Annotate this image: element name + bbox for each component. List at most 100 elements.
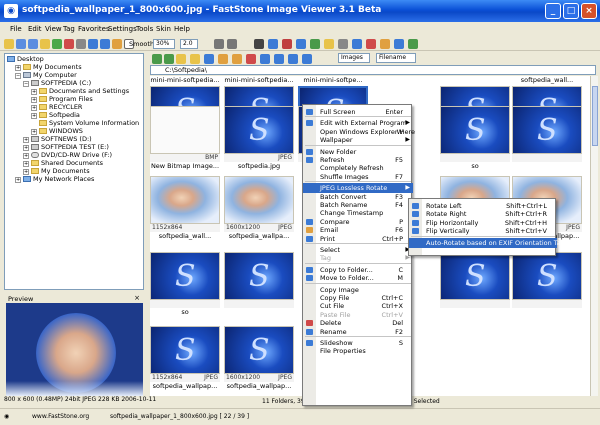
- menu-item-auto-rotate-based-on-exif-orientation-tag[interactable]: Auto-Rotate based on EXIF Orientation Ta…: [409, 237, 565, 248]
- tree-item[interactable]: + Softpedia: [31, 111, 80, 119]
- forward-icon[interactable]: [164, 54, 174, 64]
- minimize-button[interactable]: _: [545, 3, 561, 19]
- collapse-icon[interactable]: −: [15, 73, 21, 79]
- thumbnail-image[interactable]: [150, 106, 220, 154]
- resize-icon[interactable]: [268, 39, 278, 49]
- vertical-scrollbar[interactable]: [590, 76, 598, 396]
- wallpaper-icon[interactable]: [380, 39, 390, 49]
- thumb-size-icon[interactable]: [260, 54, 270, 64]
- sort-select[interactable]: Filename: [376, 53, 416, 63]
- tree-item[interactable]: + Shared Documents: [23, 159, 103, 167]
- thumbnail-image[interactable]: [150, 176, 220, 224]
- open-folder-icon[interactable]: [4, 39, 14, 49]
- thumbnail-image[interactable]: S: [440, 252, 510, 300]
- hand-tool-icon[interactable]: [214, 39, 224, 49]
- menu-file[interactable]: File: [10, 25, 22, 33]
- list-view-icon[interactable]: [288, 54, 298, 64]
- website-link[interactable]: www.FastStone.org: [32, 413, 89, 420]
- thumbnail-image[interactable]: S: [512, 252, 582, 300]
- thumbnail-image[interactable]: S: [224, 326, 294, 374]
- zoom-ratio-select[interactable]: 2.0: [180, 39, 198, 49]
- copy-icon[interactable]: [218, 54, 228, 64]
- tree-item[interactable]: − My Computer: [15, 71, 77, 79]
- tree-item[interactable]: + DVD/CD-RW Drive (F:): [23, 151, 112, 159]
- thumbnail-image[interactable]: S: [440, 106, 510, 154]
- menu-edit[interactable]: Edit: [28, 25, 42, 33]
- new-folder-icon[interactable]: [204, 54, 214, 64]
- delete-icon[interactable]: [246, 54, 256, 64]
- thumbnail-item[interactable]: Sso: [440, 106, 510, 172]
- view-filter-select[interactable]: Images: [338, 53, 370, 63]
- thumbnail-item[interactable]: S: [224, 252, 294, 318]
- menu-tools[interactable]: Tools: [136, 25, 153, 33]
- close-icon[interactable]: ×: [134, 294, 140, 302]
- thumbnail-item[interactable]: S JPEG softpedia.jpg: [224, 106, 294, 172]
- thumbnail-item[interactable]: S 1152x864 JPEG softpedia_wallpap...: [150, 326, 220, 392]
- thumbnail-image[interactable]: S: [224, 252, 294, 300]
- rotate-icon[interactable]: [112, 39, 122, 49]
- help-icon[interactable]: [408, 39, 418, 49]
- draw-icon[interactable]: [324, 39, 334, 49]
- redeye-icon[interactable]: [282, 39, 292, 49]
- expand-icon[interactable]: +: [15, 177, 21, 183]
- up-folder-icon[interactable]: [176, 54, 186, 64]
- print-icon[interactable]: [76, 39, 86, 49]
- forward-icon[interactable]: [28, 39, 38, 49]
- thumbnail-item[interactable]: 1600x1200 JPEG softpedia_wallpa...: [224, 176, 294, 242]
- menu-settings[interactable]: Settings: [108, 25, 137, 33]
- menu-item-file-properties[interactable]: File Properties: [303, 346, 413, 356]
- collapse-icon[interactable]: −: [23, 81, 29, 87]
- menu-help[interactable]: Help: [174, 25, 190, 33]
- crop-icon[interactable]: [254, 39, 264, 49]
- fullscreen-icon[interactable]: [88, 39, 98, 49]
- thumbnail-image[interactable]: S: [512, 106, 582, 154]
- thumbnail-item[interactable]: S 1600x1200 JPEG softpedia_wallpap...: [224, 326, 294, 392]
- move-icon[interactable]: [232, 54, 242, 64]
- tree-item[interactable]: + RECYCLER: [31, 103, 82, 111]
- thumbnail-image[interactable]: S: [150, 326, 220, 374]
- tree-item[interactable]: System Volume Information: [39, 119, 139, 127]
- details-view-icon[interactable]: [274, 54, 284, 64]
- maximize-button[interactable]: □: [563, 3, 579, 19]
- address-bar[interactable]: C:\Softpedia\: [150, 65, 596, 75]
- scroll-thumb[interactable]: [592, 86, 598, 146]
- effects-icon[interactable]: [310, 39, 320, 49]
- thumbnail-item[interactable]: 1152x864 softpedia_wall...: [150, 176, 220, 242]
- thumbnail-item[interactable]: S: [440, 252, 510, 318]
- thumbnail-image[interactable]: S: [224, 106, 294, 154]
- tree-item[interactable]: Desktop: [7, 55, 44, 63]
- thumbnail-item[interactable]: Sso: [150, 252, 220, 318]
- select-tool-icon[interactable]: [227, 39, 237, 49]
- expand-icon[interactable]: +: [31, 113, 37, 119]
- tree-item[interactable]: + WINDOWS: [31, 127, 83, 135]
- delete-icon[interactable]: [64, 39, 74, 49]
- up-folder-icon[interactable]: [40, 39, 50, 49]
- menu-favorites[interactable]: Favorites: [78, 25, 110, 33]
- thumbnail-item[interactable]: S: [512, 252, 582, 318]
- thumbnail-image[interactable]: S: [150, 252, 220, 300]
- menu-view[interactable]: View: [45, 25, 62, 33]
- tree-item[interactable]: − SOFTPEDIA (C:): [23, 79, 91, 87]
- back-icon[interactable]: [16, 39, 26, 49]
- tree-item[interactable]: + SOFTNEWS (D:): [23, 135, 92, 143]
- grid-view-icon[interactable]: [302, 54, 312, 64]
- batch-icon[interactable]: [352, 39, 362, 49]
- tree-item[interactable]: + My Network Places: [15, 175, 94, 183]
- menu-skin[interactable]: Skin: [156, 25, 171, 33]
- refresh-icon[interactable]: [52, 39, 62, 49]
- thumbnail-item[interactable]: S: [512, 106, 582, 172]
- compare-icon[interactable]: [338, 39, 348, 49]
- tree-item[interactable]: + SOFTPEDIA TEST (E:): [23, 143, 109, 151]
- back-icon[interactable]: [152, 54, 162, 64]
- tree-item[interactable]: + Program Files: [31, 95, 93, 103]
- close-button[interactable]: ×: [581, 3, 597, 19]
- color-icon[interactable]: [296, 39, 306, 49]
- menu-tag[interactable]: Tag: [63, 25, 75, 33]
- thumbnail-image[interactable]: [224, 176, 294, 224]
- settings-icon[interactable]: [394, 39, 404, 49]
- slideshow-icon[interactable]: [100, 39, 110, 49]
- tree-item[interactable]: + Documents and Settings: [31, 87, 129, 95]
- tree-item[interactable]: + My Documents: [23, 167, 90, 175]
- email-icon[interactable]: [366, 39, 376, 49]
- tree-item[interactable]: + My Documents: [15, 63, 82, 71]
